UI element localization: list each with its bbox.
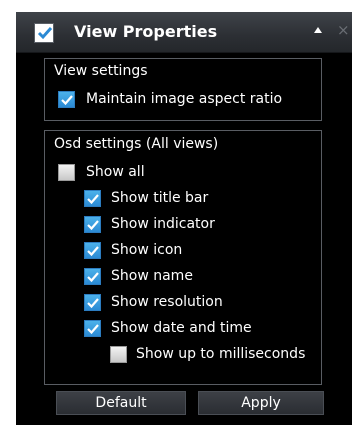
default-button[interactable]: Default [56,391,186,415]
osd-settings-title: Osd settings (All views) [54,136,219,152]
show-all-checkbox[interactable] [58,164,75,181]
show-name-checkbox[interactable] [84,268,101,285]
show-resolution-checkbox[interactable] [84,294,101,311]
checkmark-icon [87,324,99,335]
show-indicator-label: Show indicator [111,216,215,232]
show-title-bar-checkbox[interactable] [84,190,101,207]
checkmark-icon [87,194,99,205]
view-settings-title: View settings [54,63,148,79]
panel-title: View Properties [74,22,218,41]
show-resolution-label: Show resolution [111,294,223,310]
collapse-arrow-icon[interactable] [314,27,322,33]
panel-header[interactable]: View Properties × [16,12,352,53]
show-indicator-checkbox[interactable] [84,216,101,233]
show-title-bar-label: Show title bar [111,190,209,206]
maintain-aspect-ratio-checkbox[interactable] [58,91,75,108]
apply-button[interactable]: Apply [198,391,324,415]
show-date-time-label: Show date and time [111,320,252,336]
show-all-label: Show all [86,164,145,180]
close-icon[interactable]: × [337,21,350,39]
show-icon-label: Show icon [111,242,183,258]
checkmark-icon [87,246,99,257]
checkmark-icon [37,27,53,40]
show-milliseconds-label: Show up to milliseconds [136,346,306,362]
view-properties-panel: View Properties × View settings Maintain… [16,12,352,425]
checkmark-icon [61,95,73,106]
show-milliseconds-checkbox[interactable] [110,346,127,363]
show-icon-checkbox[interactable] [84,242,101,259]
show-date-time-checkbox[interactable] [84,320,101,337]
header-checkbox[interactable] [34,23,54,43]
show-name-label: Show name [111,268,193,284]
maintain-aspect-ratio-label: Maintain image aspect ratio [86,91,283,107]
checkmark-icon [87,298,99,309]
checkmark-icon [87,220,99,231]
checkmark-icon [87,272,99,283]
